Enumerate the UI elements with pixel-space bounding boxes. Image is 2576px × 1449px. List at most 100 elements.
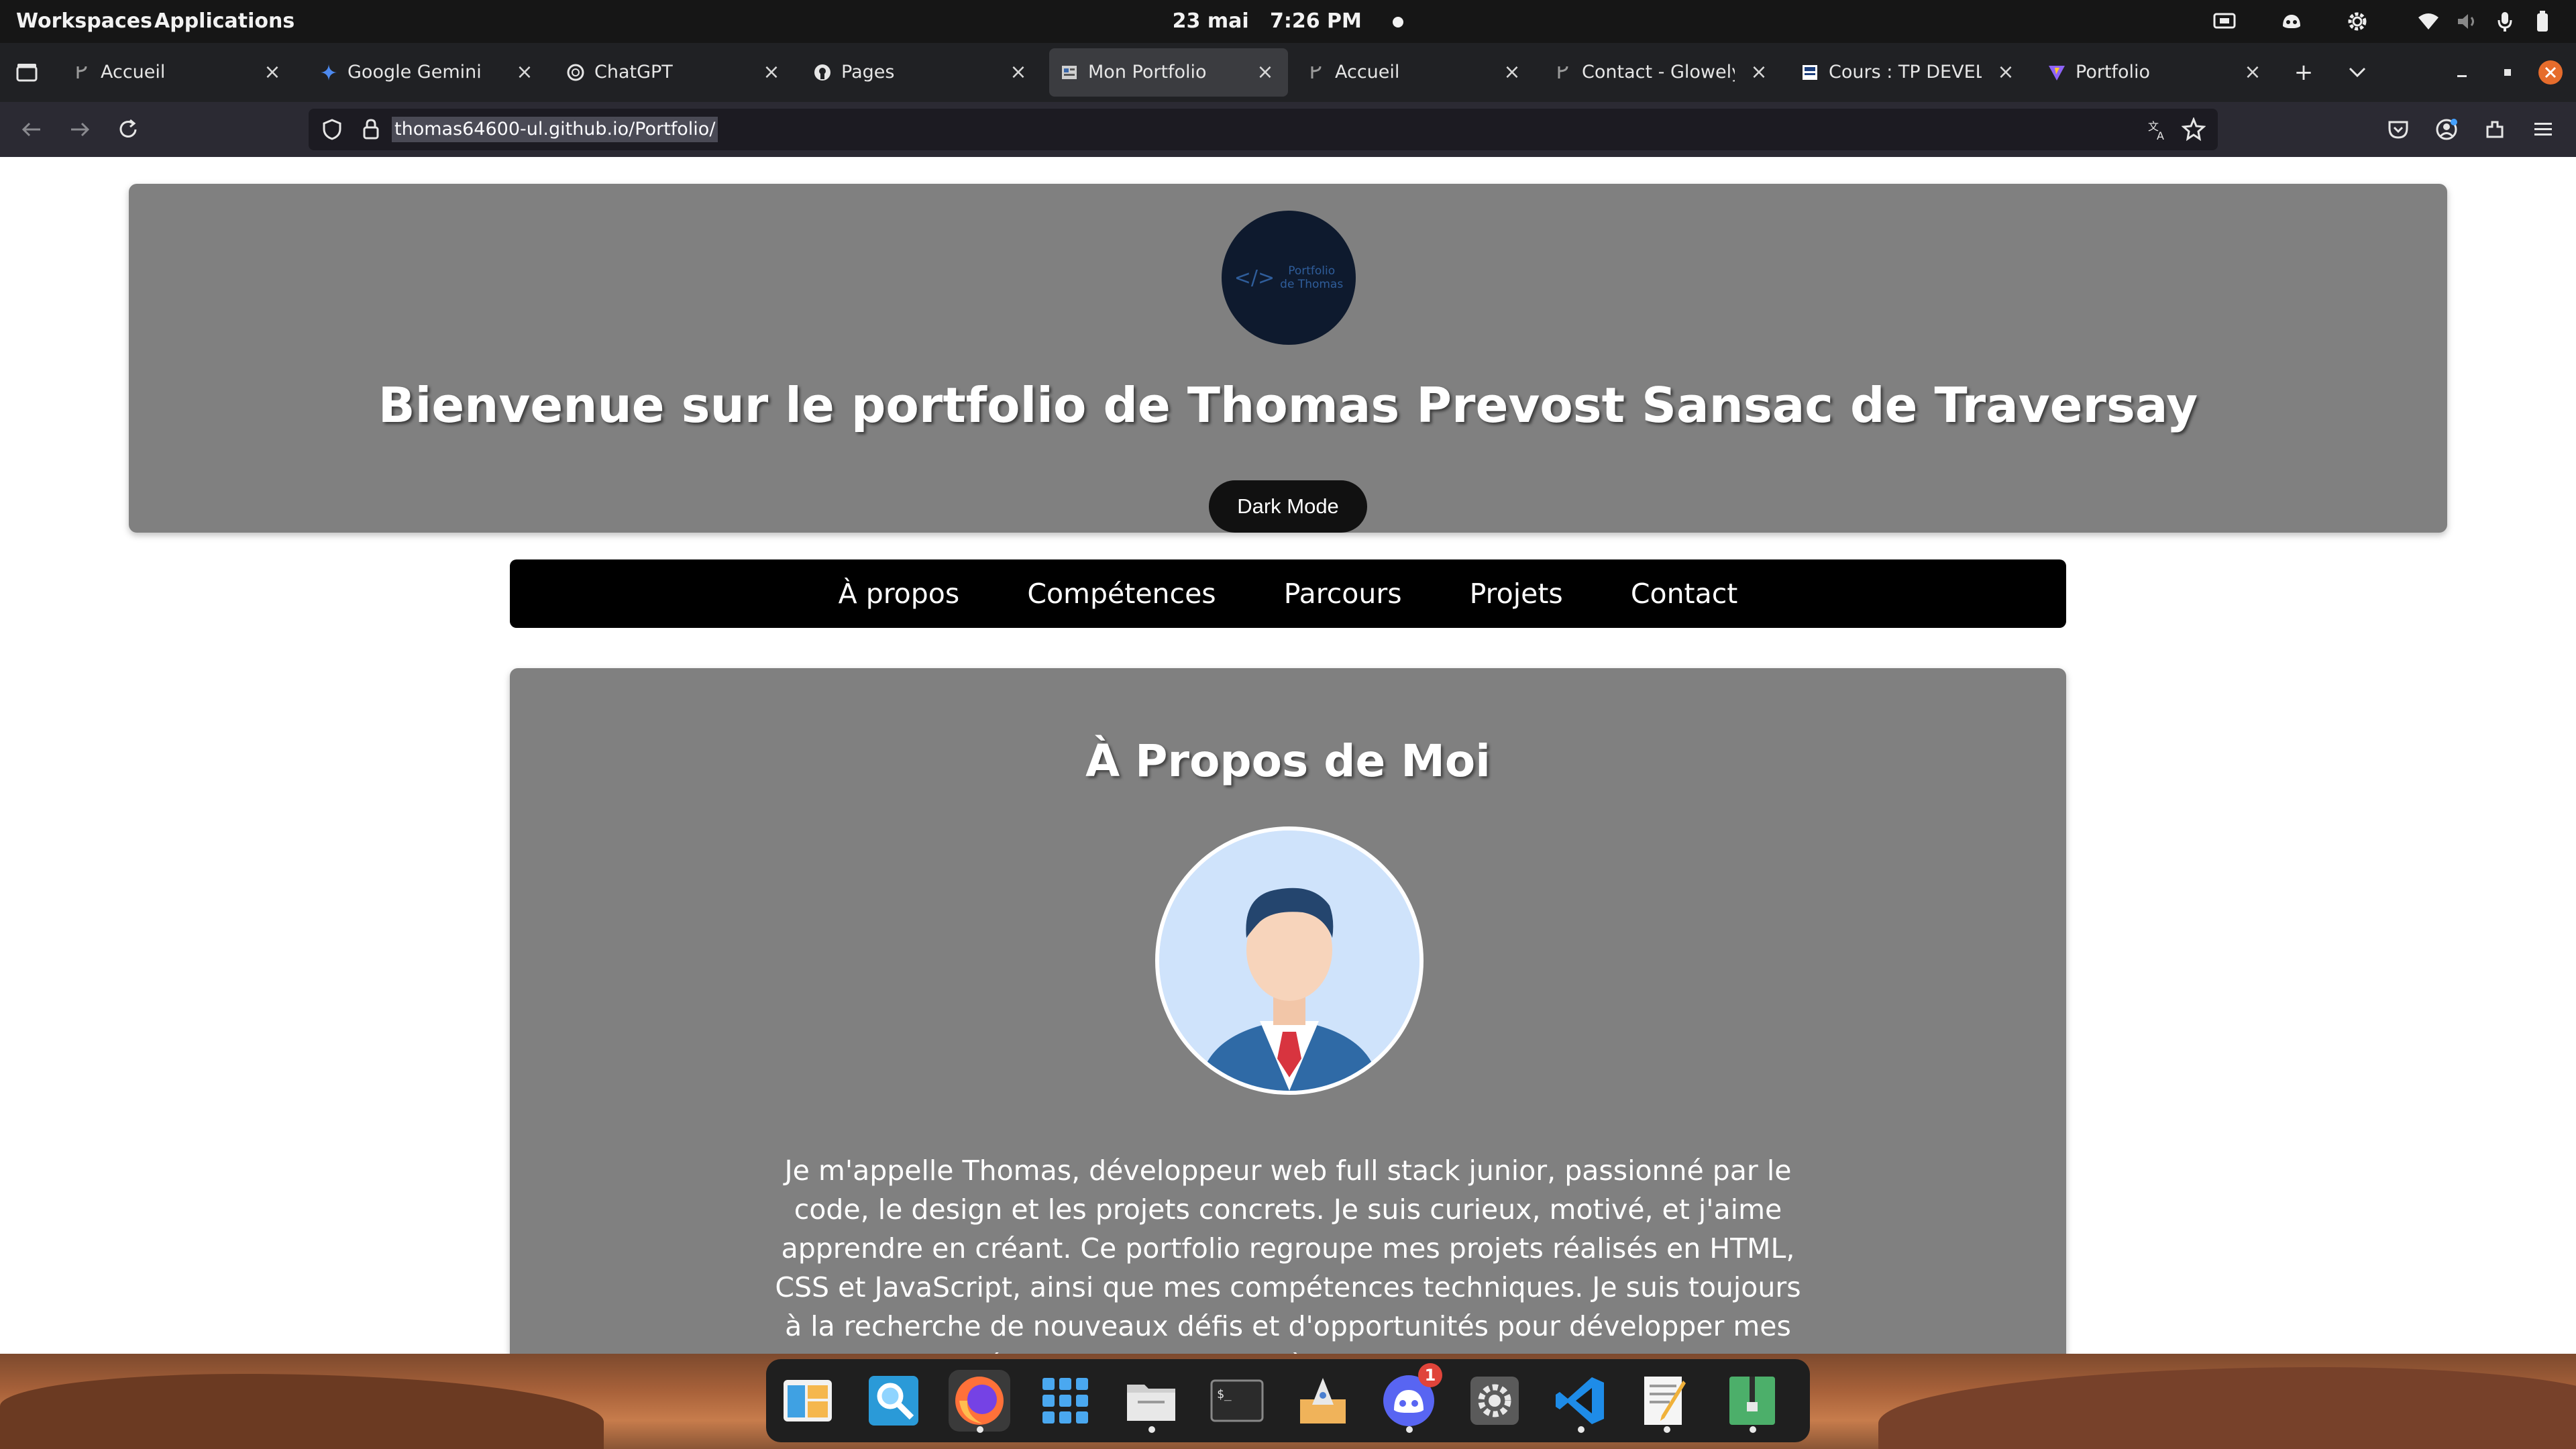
dock: $_ 1 bbox=[766, 1359, 1810, 1442]
browser-nav-bar: thomas64600-ul.github.io/Portfolio/ 文A bbox=[0, 102, 2576, 157]
nav-item-projets[interactable]: Projets bbox=[1470, 559, 1563, 628]
close-tab-icon[interactable]: × bbox=[1992, 59, 2019, 86]
about-text: Je m'appelle Thomas, développeur web ful… bbox=[775, 1155, 1801, 1354]
tab-label: ChatGPT bbox=[594, 62, 673, 83]
chatgpt-icon bbox=[566, 63, 585, 82]
about-section: À Propos de Moi Je m'appelle Thomas, dév… bbox=[510, 668, 2066, 1354]
clock[interactable]: 23 mai 7:26 PM bbox=[0, 0, 2576, 43]
tab-label: Contact - Glowely bbox=[1582, 62, 1735, 83]
tab-overview-icon[interactable] bbox=[13, 59, 40, 86]
branch-icon bbox=[1307, 63, 1326, 82]
nav-item-contact[interactable]: Contact bbox=[1631, 559, 1738, 628]
nav-item-parcours[interactable]: Parcours bbox=[1284, 559, 1402, 628]
maximize-window-icon[interactable] bbox=[2494, 59, 2521, 86]
close-tab-icon[interactable]: × bbox=[1499, 59, 1525, 86]
tab-label: Pages bbox=[841, 62, 895, 83]
notification-dot-icon bbox=[1393, 16, 1404, 28]
web-page: </> Portfolio de Thomas Bienvenue sur le… bbox=[0, 157, 2576, 1354]
portfolio-logo: </> Portfolio de Thomas bbox=[1222, 211, 1356, 345]
url-text[interactable]: thomas64600-ul.github.io/Portfolio/ bbox=[392, 117, 718, 142]
branch-icon bbox=[72, 63, 91, 82]
browser-tab-bar: Accueil × Google Gemini × ChatGPT × Page… bbox=[0, 43, 2576, 102]
logo-line-2: de Thomas bbox=[1280, 278, 1344, 291]
launcher-icon[interactable] bbox=[1292, 1370, 1354, 1432]
course-icon bbox=[1801, 63, 1819, 82]
tab-cours-tp[interactable]: Cours : TP DEVELOPPE × bbox=[1790, 48, 2029, 97]
svg-text:$_: $_ bbox=[1217, 1387, 1232, 1401]
close-tab-icon[interactable]: × bbox=[1252, 59, 1279, 86]
portfolio-icon bbox=[1060, 63, 1079, 82]
date-label: 23 mai bbox=[1172, 9, 1249, 33]
dark-mode-button[interactable]: Dark Mode bbox=[1209, 480, 1367, 533]
vscode-icon[interactable] bbox=[1550, 1370, 1611, 1433]
bookmark-star-icon[interactable] bbox=[2181, 116, 2206, 142]
settings-icon[interactable] bbox=[2345, 9, 2369, 34]
close-tab-icon[interactable]: × bbox=[259, 59, 286, 86]
minimize-window-icon[interactable] bbox=[2449, 59, 2475, 86]
time-label: 7:26 PM bbox=[1269, 9, 1362, 33]
close-tab-icon[interactable]: × bbox=[2239, 59, 2266, 86]
wifi-icon[interactable] bbox=[2416, 9, 2440, 34]
account-icon[interactable] bbox=[2432, 115, 2461, 144]
close-tab-icon[interactable]: × bbox=[1005, 59, 1032, 86]
translate-icon[interactable]: 文A bbox=[2147, 118, 2169, 142]
system-settings-icon[interactable] bbox=[1464, 1370, 1525, 1432]
tab-label: Accueil bbox=[101, 62, 166, 83]
tab-mon-portfolio[interactable]: Mon Portfolio × bbox=[1049, 48, 1288, 97]
hero-header: </> Portfolio de Thomas Bienvenue sur le… bbox=[129, 184, 2447, 533]
forward-arrow-icon[interactable] bbox=[66, 115, 94, 144]
archive-icon[interactable] bbox=[1721, 1370, 1783, 1433]
notification-badge: 1 bbox=[1418, 1363, 1442, 1387]
vite-icon bbox=[2047, 63, 2066, 82]
nav-item-competences[interactable]: Compétences bbox=[1027, 559, 1216, 628]
gemini-icon bbox=[319, 63, 338, 82]
app-grid-icon[interactable] bbox=[1034, 1370, 1096, 1432]
svg-text:A: A bbox=[2157, 129, 2164, 141]
terminal-icon[interactable]: $_ bbox=[1206, 1370, 1268, 1432]
firefox-icon[interactable] bbox=[949, 1370, 1010, 1433]
page-title: Bienvenue sur le portfolio de Thomas Pre… bbox=[378, 377, 2198, 433]
tab-google-gemini[interactable]: Google Gemini × bbox=[309, 48, 547, 97]
shield-icon[interactable] bbox=[321, 118, 343, 141]
close-tab-icon[interactable]: × bbox=[511, 59, 538, 86]
back-arrow-icon[interactable] bbox=[17, 115, 46, 144]
branch-icon bbox=[1554, 63, 1572, 82]
hamburger-menu-icon[interactable] bbox=[2529, 115, 2557, 144]
tab-contact-glowely[interactable]: Contact - Glowely × bbox=[1543, 48, 1782, 97]
avatar bbox=[1155, 826, 1424, 1095]
main-nav: À propos Compétences Parcours Projets Co… bbox=[510, 559, 2066, 628]
tab-label: Google Gemini bbox=[347, 62, 482, 83]
close-tab-icon[interactable]: × bbox=[1746, 59, 1772, 86]
tab-portfolio[interactable]: Portfolio × bbox=[2037, 48, 2275, 97]
pocket-icon[interactable] bbox=[2384, 115, 2412, 144]
volume-icon[interactable] bbox=[2455, 9, 2479, 34]
tab-accueil-1[interactable]: Accueil × bbox=[62, 48, 295, 97]
tab-label: Cours : TP DEVELOPPE bbox=[1829, 62, 1982, 83]
discord-tray-icon[interactable] bbox=[2279, 9, 2304, 34]
list-tabs-icon[interactable] bbox=[2344, 59, 2371, 86]
tab-accueil-2[interactable]: Accueil × bbox=[1296, 48, 1535, 97]
discord-icon[interactable]: 1 bbox=[1378, 1363, 1442, 1433]
screen-share-icon[interactable] bbox=[2212, 9, 2237, 34]
code-icon: </> bbox=[1234, 266, 1275, 290]
url-bar[interactable]: thomas64600-ul.github.io/Portfolio/ 文A bbox=[309, 109, 2218, 150]
microphone-icon[interactable] bbox=[2493, 9, 2517, 34]
battery-icon[interactable] bbox=[2530, 9, 2555, 34]
folder-icon[interactable] bbox=[1120, 1370, 1182, 1433]
new-tab-button[interactable]: + bbox=[2290, 59, 2317, 86]
lock-icon[interactable] bbox=[361, 118, 384, 141]
files-manager-icon[interactable] bbox=[777, 1370, 839, 1432]
logo-line-1: Portfolio bbox=[1288, 264, 1336, 278]
tab-pages[interactable]: Pages × bbox=[802, 48, 1041, 97]
extensions-icon[interactable] bbox=[2481, 115, 2509, 144]
tab-label: Mon Portfolio bbox=[1088, 62, 1207, 83]
github-icon bbox=[813, 63, 832, 82]
tab-chatgpt[interactable]: ChatGPT × bbox=[555, 48, 794, 97]
nav-item-a-propos[interactable]: À propos bbox=[839, 559, 960, 628]
search-app-icon[interactable] bbox=[863, 1370, 924, 1432]
close-window-icon[interactable] bbox=[2537, 59, 2564, 86]
text-editor-icon[interactable] bbox=[1635, 1370, 1697, 1433]
tab-label: Portfolio bbox=[2076, 62, 2151, 83]
reload-icon[interactable] bbox=[114, 115, 142, 144]
close-tab-icon[interactable]: × bbox=[758, 59, 785, 86]
